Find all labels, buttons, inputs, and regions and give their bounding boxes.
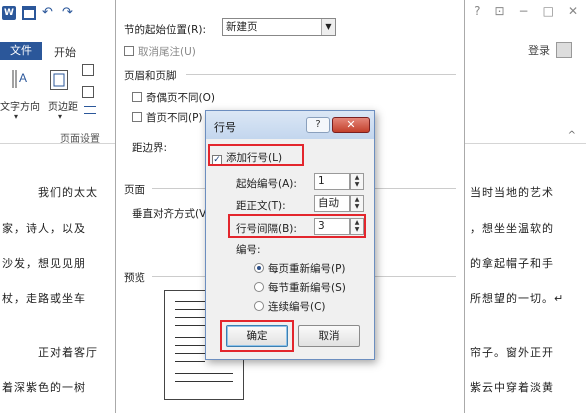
- start-at-label: 起始编号(A):: [236, 178, 297, 190]
- tab-home[interactable]: 开始: [54, 44, 76, 60]
- start-at-input[interactable]: 1: [314, 173, 350, 190]
- collapse-ribbon-icon[interactable]: ^: [568, 130, 576, 141]
- highlight-box: [208, 144, 304, 166]
- quick-access-toolbar: W ↶ ↷: [2, 6, 76, 20]
- suppress-endnotes-checkbox[interactable]: [124, 46, 134, 56]
- suppress-endnotes-option[interactable]: 取消尾注(U): [124, 44, 196, 59]
- undo-icon[interactable]: ↶: [42, 6, 56, 20]
- from-text-input[interactable]: 自动: [314, 195, 350, 212]
- paragraph-left: 沙发，想见见朋: [2, 257, 86, 270]
- login-link[interactable]: 登录: [528, 42, 550, 58]
- paragraph-right: 当时当地的艺术: [470, 186, 554, 199]
- size-icon[interactable]: [82, 86, 94, 98]
- paragraph-left: 杖，走路或坐车: [2, 292, 86, 305]
- paragraph-left: 正对着客厅: [38, 346, 98, 359]
- first-page-option[interactable]: 首页不同(P): [132, 110, 203, 125]
- page-heading: 页面: [124, 184, 145, 196]
- numbering-label: 编号:: [236, 244, 261, 256]
- odd-even-checkbox[interactable]: [132, 92, 142, 102]
- paragraph-left: 家，诗人，以及: [2, 222, 86, 235]
- paragraph-left: 着深紫色的一树: [2, 381, 86, 394]
- paragraph-right: 的拿起帽子和手: [470, 257, 554, 270]
- paragraph-right: ，想坐坐温软的: [470, 222, 554, 235]
- spin-up-icon[interactable]: ▲: [351, 174, 363, 181]
- orientation-icon[interactable]: [82, 64, 94, 76]
- help-button[interactable]: ?: [306, 117, 330, 133]
- highlight-box: [220, 320, 294, 352]
- tab-file[interactable]: 文件: [0, 42, 42, 60]
- help-icon[interactable]: ?: [474, 4, 480, 18]
- chevron-down-icon[interactable]: ▾: [58, 112, 62, 121]
- columns-icon[interactable]: [84, 106, 96, 114]
- paragraph-right: 帘子。窗外正开: [470, 346, 554, 359]
- avatar[interactable]: [556, 42, 572, 58]
- account-area[interactable]: 登录: [528, 42, 572, 58]
- restart-each-section-radio[interactable]: [254, 282, 264, 292]
- restart-each-section-option[interactable]: 每节重新编号(S): [254, 280, 346, 295]
- ribbon-group-label: 页面设置: [60, 134, 100, 145]
- first-page-label: 首页不同(P): [146, 112, 203, 124]
- svg-text:A: A: [19, 71, 27, 85]
- text-direction-button[interactable]: 文字方向: [0, 98, 40, 113]
- maximize-icon[interactable]: □: [543, 4, 554, 18]
- preview-heading: 预览: [124, 272, 145, 284]
- close-icon[interactable]: ✕: [568, 4, 578, 18]
- word-logo-icon: W: [2, 6, 16, 20]
- section-start-value: 新建页: [226, 21, 258, 33]
- save-icon[interactable]: [22, 6, 36, 20]
- start-at-spinner[interactable]: ▲ ▼: [350, 173, 364, 190]
- restart-each-page-label: 每页重新编号(P): [268, 263, 346, 275]
- margins-button[interactable]: 页边距: [48, 98, 78, 113]
- ribbon-display-icon[interactable]: ⊡: [494, 4, 504, 18]
- redo-icon[interactable]: ↷: [62, 6, 76, 20]
- restart-each-page-option[interactable]: 每页重新编号(P): [254, 261, 346, 276]
- continuous-label: 连续编号(C): [268, 301, 326, 313]
- continuous-radio[interactable]: [254, 301, 264, 311]
- section-start-select[interactable]: 新建页 ▼: [222, 18, 336, 36]
- paragraph-right: 所想望的一切。↵: [470, 292, 565, 305]
- chevron-down-icon[interactable]: ▾: [14, 112, 18, 121]
- paragraph-left: 我们的太太: [38, 186, 98, 199]
- vertical-align-label: 垂直对齐方式(V): [132, 208, 211, 220]
- spin-down-icon[interactable]: ▼: [351, 181, 363, 188]
- window-controls: ? ⊡ − □ ✕: [474, 4, 578, 18]
- from-text-label: 距正文(T):: [236, 200, 286, 212]
- line-numbers-dialog: 行号 ? ✕ ✓ 添加行号(L) 起始编号(A): 1 ▲ ▼ 距正文(T): 自动…: [205, 110, 375, 360]
- minimize-icon[interactable]: −: [519, 4, 529, 18]
- restart-each-section-label: 每节重新编号(S): [268, 282, 346, 294]
- headers-footers-heading: 页眉和页脚: [124, 70, 177, 82]
- odd-even-label: 奇偶页不同(O): [146, 92, 215, 104]
- paragraph-right: 紫云中穿着淡黄: [470, 381, 554, 394]
- dialog-title: 行号: [214, 121, 236, 134]
- odd-even-option[interactable]: 奇偶页不同(O): [132, 90, 215, 105]
- suppress-endnotes-label: 取消尾注(U): [138, 46, 196, 58]
- restart-each-page-radio[interactable]: [254, 263, 264, 273]
- first-page-checkbox[interactable]: [132, 112, 142, 122]
- close-button[interactable]: ✕: [332, 117, 370, 133]
- highlight-box: [228, 214, 366, 238]
- margins-icon[interactable]: [50, 70, 68, 90]
- section-start-label: 节的起始位置(R):: [124, 24, 207, 36]
- chevron-down-icon[interactable]: ▼: [321, 19, 335, 35]
- spin-down-icon[interactable]: ▼: [351, 203, 363, 210]
- spin-up-icon[interactable]: ▲: [351, 196, 363, 203]
- cancel-button[interactable]: 取消: [298, 325, 360, 347]
- continuous-option[interactable]: 连续编号(C): [254, 299, 326, 314]
- from-edge-label: 距边界:: [132, 142, 168, 154]
- from-text-spinner[interactable]: ▲ ▼: [350, 195, 364, 212]
- text-direction-icon[interactable]: A: [10, 68, 30, 90]
